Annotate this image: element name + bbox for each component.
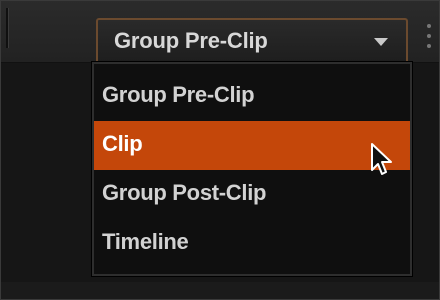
window-frame	[0, 0, 440, 300]
screen: Group Pre-Clip Group Pre-Clip Clip Group…	[0, 0, 440, 300]
